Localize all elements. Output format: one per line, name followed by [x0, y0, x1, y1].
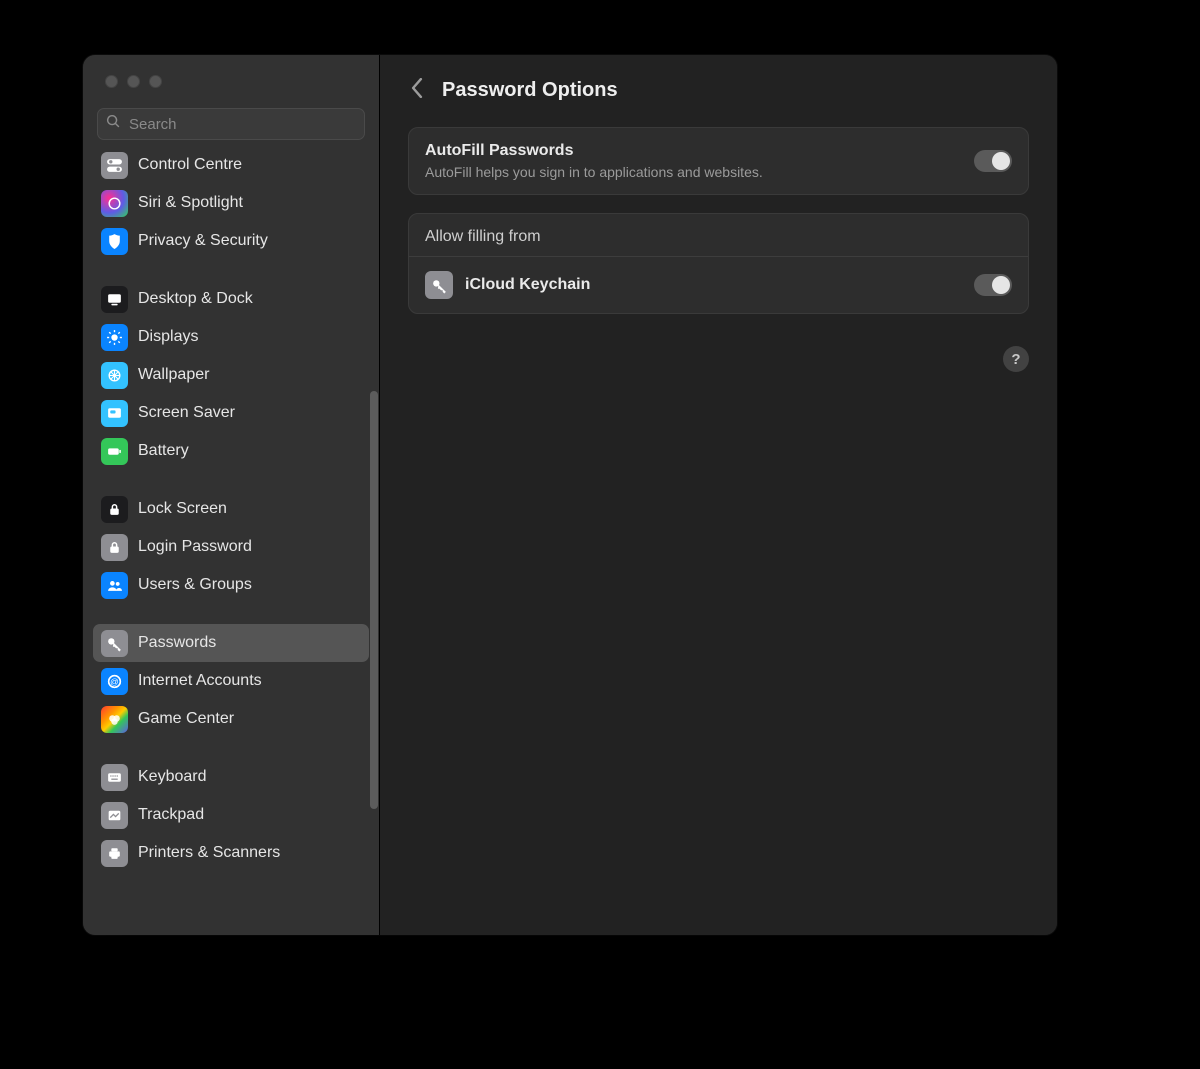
sidebar-item-label: Battery — [138, 442, 189, 460]
page-title: Password Options — [442, 79, 618, 102]
internet-accounts-icon: @ — [101, 668, 128, 695]
svg-text:@: @ — [110, 676, 119, 686]
sidebar-item-label: Printers & Scanners — [138, 844, 280, 862]
settings-window: Control Centre Siri & Spotlight Privacy … — [83, 55, 1057, 935]
allow-filling-card: Allow filling from iCloud Keychain — [408, 213, 1029, 314]
autofill-row: AutoFill Passwords AutoFill helps you si… — [409, 128, 1028, 194]
passwords-icon — [101, 630, 128, 657]
icloud-keychain-toggle[interactable] — [974, 274, 1012, 296]
users-groups-icon — [101, 572, 128, 599]
sidebar-item-siri-spotlight[interactable]: Siri & Spotlight — [93, 184, 369, 222]
sidebar: Control Centre Siri & Spotlight Privacy … — [83, 55, 380, 935]
window-controls — [83, 55, 379, 88]
key-icon — [425, 271, 453, 299]
sidebar-item-label: Privacy & Security — [138, 232, 268, 250]
sidebar-item-label: Displays — [138, 328, 198, 346]
privacy-security-icon — [101, 228, 128, 255]
sidebar-item-label: Passwords — [138, 634, 216, 652]
keyboard-icon — [101, 764, 128, 791]
allow-filling-title: Allow filling from — [409, 214, 1028, 257]
content-pane: Password Options AutoFill Passwords Auto… — [380, 55, 1057, 935]
sidebar-item-label: Lock Screen — [138, 500, 227, 518]
autofill-card: AutoFill Passwords AutoFill helps you si… — [408, 127, 1029, 195]
search-icon — [106, 114, 121, 134]
sidebar-item-control-centre[interactable]: Control Centre — [93, 150, 369, 184]
sidebar-item-battery[interactable]: Battery — [93, 432, 369, 470]
autofill-title: AutoFill Passwords — [425, 142, 974, 160]
sidebar-item-label: Screen Saver — [138, 404, 235, 422]
window-minimize-button[interactable] — [127, 75, 140, 88]
printers-scanners-icon — [101, 840, 128, 867]
game-center-icon — [101, 706, 128, 733]
sidebar-item-label: Trackpad — [138, 806, 204, 824]
icloud-keychain-label: iCloud Keychain — [465, 276, 974, 294]
back-button[interactable] — [408, 77, 426, 103]
sidebar-item-label: Desktop & Dock — [138, 290, 253, 308]
search-input[interactable] — [127, 115, 356, 134]
sidebar-item-label: Siri & Spotlight — [138, 194, 243, 212]
sidebar-item-login-password[interactable]: Login Password — [93, 528, 369, 566]
screen-saver-icon — [101, 400, 128, 427]
sidebar-item-passwords[interactable]: Passwords — [93, 624, 369, 662]
sidebar-item-wallpaper[interactable]: Wallpaper — [93, 356, 369, 394]
trackpad-icon — [101, 802, 128, 829]
sidebar-item-privacy-security[interactable]: Privacy & Security — [93, 222, 369, 260]
sidebar-item-label: Game Center — [138, 710, 234, 728]
chevron-left-icon — [411, 78, 423, 103]
sidebar-item-label: Login Password — [138, 538, 252, 556]
sidebar-item-label: Keyboard — [138, 768, 207, 786]
sidebar-item-desktop-dock[interactable]: Desktop & Dock — [93, 280, 369, 318]
control-centre-icon — [101, 152, 128, 179]
icloud-keychain-row: iCloud Keychain — [409, 257, 1028, 313]
sidebar-item-users-groups[interactable]: Users & Groups — [93, 566, 369, 604]
sidebar-item-label: Wallpaper — [138, 366, 209, 384]
search-field[interactable] — [97, 108, 365, 140]
displays-icon — [101, 324, 128, 351]
sidebar-item-label: Control Centre — [138, 156, 242, 174]
window-zoom-button[interactable] — [149, 75, 162, 88]
sidebar-scroll[interactable]: Control Centre Siri & Spotlight Privacy … — [83, 150, 379, 935]
battery-icon — [101, 438, 128, 465]
sidebar-item-printers-scanners[interactable]: Printers & Scanners — [93, 834, 369, 872]
autofill-subtitle: AutoFill helps you sign in to applicatio… — [425, 164, 974, 180]
sidebar-scrollbar[interactable] — [370, 391, 378, 809]
lock-screen-icon — [101, 496, 128, 523]
sidebar-item-trackpad[interactable]: Trackpad — [93, 796, 369, 834]
wallpaper-icon — [101, 362, 128, 389]
sidebar-item-label: Internet Accounts — [138, 672, 262, 690]
sidebar-item-game-center[interactable]: Game Center — [93, 700, 369, 738]
desktop-dock-icon — [101, 286, 128, 313]
sidebar-item-screen-saver[interactable]: Screen Saver — [93, 394, 369, 432]
sidebar-item-internet-accounts[interactable]: @ Internet Accounts — [93, 662, 369, 700]
autofill-toggle[interactable] — [974, 150, 1012, 172]
sidebar-item-label: Users & Groups — [138, 576, 252, 594]
sidebar-item-displays[interactable]: Displays — [93, 318, 369, 356]
help-button[interactable]: ? — [1003, 346, 1029, 372]
siri-icon — [101, 190, 128, 217]
sidebar-item-keyboard[interactable]: Keyboard — [93, 758, 369, 796]
content-header: Password Options — [408, 77, 1029, 103]
login-password-icon — [101, 534, 128, 561]
window-close-button[interactable] — [105, 75, 118, 88]
sidebar-item-lock-screen[interactable]: Lock Screen — [93, 490, 369, 528]
